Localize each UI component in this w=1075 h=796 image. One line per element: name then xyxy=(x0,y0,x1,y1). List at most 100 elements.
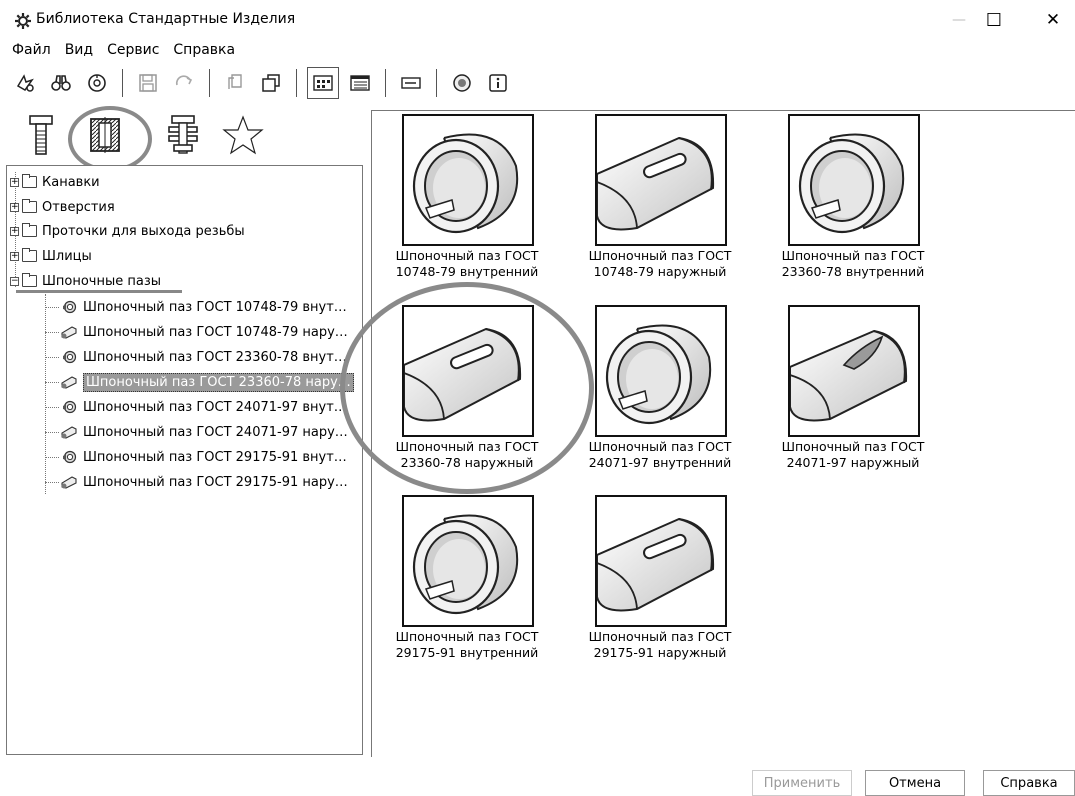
window-icon[interactable] xyxy=(256,68,286,98)
caption-line-2: 24071-97 наружный xyxy=(786,455,920,470)
toolbar-separator xyxy=(209,69,210,97)
maximize-button[interactable]: ☐ xyxy=(972,6,1016,34)
title-bar: Библиотека Стандартные Изделия — ☐ ✕ xyxy=(0,0,1075,40)
caption-line-2: 10748-79 внутренний xyxy=(395,264,539,279)
tree-leaf-label: Шпоночный паз ГОСТ 24071-97 нару… xyxy=(83,424,348,440)
tree-leaf-label: Шпоночный паз ГОСТ 23360-78 внут… xyxy=(83,349,347,365)
apply-button[interactable]: Применить xyxy=(752,770,852,796)
tree-guide-line xyxy=(45,357,59,358)
shaft-keyway-thumbnail xyxy=(595,114,727,246)
binoculars-icon[interactable] xyxy=(46,68,76,98)
caption-line-1: Шпоночный паз ГОСТ xyxy=(588,439,732,454)
gallery-item-caption: Шпоночный паз ГОСТ 10748-79 наружный xyxy=(565,248,755,280)
folder-icon xyxy=(22,248,37,262)
highlight-ring-category xyxy=(68,106,152,172)
fastener-set-icon[interactable] xyxy=(160,110,206,160)
tree-folder-label: Шлицы xyxy=(42,248,92,264)
gallery-item[interactable]: Шпоночный паз ГОСТ 29175-91 внутренний xyxy=(372,495,562,685)
help-button[interactable]: Справка xyxy=(983,770,1075,796)
caption-line-1: Шпоночный паз ГОСТ xyxy=(588,629,732,644)
gallery-item[interactable]: Шпоночный паз ГОСТ 23360-78 внутренний xyxy=(758,114,948,304)
tree-guide-line xyxy=(45,407,59,408)
tree-leaf-label: Шпоночный паз ГОСТ 23360-78 нару… xyxy=(83,372,354,392)
tree-folder-kanavki[interactable]: + Канавки xyxy=(10,172,100,192)
menu-help[interactable]: Справка xyxy=(173,40,235,62)
tree-folder-label: Шпоночные пазы xyxy=(42,273,162,289)
gallery-item-caption: Шпоночный паз ГОСТ 23360-78 внутренний xyxy=(758,248,948,280)
tree-leaf-item[interactable]: Шпоночный паз ГОСТ 10748-79 нару… xyxy=(45,322,348,342)
gallery-item[interactable]: Шпоночный паз ГОСТ 10748-79 внутренний xyxy=(372,114,562,304)
expand-icon[interactable]: + xyxy=(10,251,19,261)
toolbar-separator xyxy=(385,69,386,97)
tree-folder-protochki[interactable]: + Проточки для выхода резьбы xyxy=(10,221,245,241)
tree-leaf-item[interactable]: Шпоночный паз ГОСТ 24071-97 нару… xyxy=(45,422,348,442)
tree-leaf-item[interactable]: Шпоночный паз ГОСТ 23360-78 нару… xyxy=(45,372,354,392)
bushing-keyway-thumbnail xyxy=(402,495,534,627)
highlight-underline xyxy=(16,290,182,293)
tree-folder-label: Отверстия xyxy=(42,199,115,215)
tree-guide-line xyxy=(45,457,59,458)
caption-line-2: 29175-91 внутренний xyxy=(395,645,539,660)
tree-guide-line xyxy=(45,482,59,483)
gallery-item[interactable]: Шпоночный паз ГОСТ 24071-97 внутренний xyxy=(565,305,755,495)
gallery-item-caption: Шпоночный паз ГОСТ 24071-97 наружный xyxy=(758,439,948,471)
gallery-item[interactable]: Шпоночный паз ГОСТ 24071-97 наружный xyxy=(758,305,948,495)
tree-folder-shlitsy[interactable]: + Шлицы xyxy=(10,246,92,266)
expand-icon[interactable]: + xyxy=(10,177,19,187)
bushing-part-icon xyxy=(63,450,77,464)
tree-leaf-item[interactable]: Шпоночный паз ГОСТ 24071-97 внут… xyxy=(45,397,347,417)
menu-file[interactable]: Файл xyxy=(12,40,51,62)
expand-icon[interactable]: + xyxy=(10,202,19,212)
tree-leaf-item[interactable]: Шпоночный паз ГОСТ 29175-91 нару… xyxy=(45,472,348,492)
gallery-item[interactable]: Шпоночный паз ГОСТ 10748-79 наружный xyxy=(565,114,755,304)
caption-line-2: 10748-79 наружный xyxy=(593,264,727,279)
tree-leaf-item[interactable]: Шпоночный паз ГОСТ 10748-79 внут… xyxy=(45,297,347,317)
history-icon[interactable] xyxy=(82,68,112,98)
tree-folder-shponochnye-pazy[interactable]: − Шпоночные пазы xyxy=(10,271,161,291)
tree-leaf-item[interactable]: Шпоночный паз ГОСТ 23360-78 внут… xyxy=(45,347,347,367)
copy-icon[interactable] xyxy=(220,68,250,98)
tree-guide-line xyxy=(45,382,59,383)
favorites-star-icon[interactable] xyxy=(220,110,266,160)
cancel-button[interactable]: Отмена xyxy=(865,770,965,796)
tree-folder-otverstiya[interactable]: + Отверстия xyxy=(10,197,115,217)
tree-leaf-item[interactable]: Шпоночный паз ГОСТ 29175-91 внут… xyxy=(45,447,347,467)
caption-line-1: Шпоночный паз ГОСТ xyxy=(395,629,539,644)
gallery-item[interactable]: Шпоночный паз ГОСТ 29175-91 наружный xyxy=(565,495,755,685)
caption-line-1: Шпоночный паз ГОСТ xyxy=(588,248,732,263)
settings-icon[interactable] xyxy=(10,68,40,98)
large-icons-view-icon[interactable] xyxy=(307,67,339,99)
tree-leaf-label: Шпоночный паз ГОСТ 10748-79 нару… xyxy=(83,324,348,340)
toolbar-separator xyxy=(436,69,437,97)
folder-icon xyxy=(22,199,37,213)
tree-leaf-label: Шпоночный паз ГОСТ 10748-79 внут… xyxy=(83,299,347,315)
close-button[interactable]: ✕ xyxy=(1031,6,1075,34)
save-icon[interactable] xyxy=(133,68,163,98)
gallery-item-caption: Шпоночный паз ГОСТ 29175-91 наружный xyxy=(565,629,755,661)
folder-icon xyxy=(22,174,37,188)
shaft-part-icon xyxy=(61,326,77,339)
bolt-icon[interactable] xyxy=(18,110,64,160)
gallery-item-caption: Шпоночный паз ГОСТ 29175-91 внутренний xyxy=(372,629,562,661)
shaft-keyway-thumbnail xyxy=(595,495,727,627)
details-view-icon[interactable] xyxy=(345,68,375,98)
tree-guide-line xyxy=(45,307,59,308)
info-icon[interactable] xyxy=(483,68,513,98)
tree-leaf-label: Шпоночный паз ГОСТ 29175-91 внут… xyxy=(83,449,347,465)
menu-service[interactable]: Сервис xyxy=(107,40,159,62)
tree-folder-label: Проточки для выхода резьбы xyxy=(42,223,245,239)
tree-guide-line xyxy=(45,332,59,333)
menu-bar: Файл Вид Сервис Справка xyxy=(0,40,235,62)
menu-view[interactable]: Вид xyxy=(65,40,93,62)
help-icon[interactable] xyxy=(447,68,477,98)
list-view-icon[interactable] xyxy=(396,68,426,98)
expand-icon[interactable]: + xyxy=(10,226,19,236)
tree-leaf-label: Шпоночный паз ГОСТ 24071-97 внут… xyxy=(83,399,347,415)
caption-line-2: 24071-97 внутренний xyxy=(588,455,732,470)
window-title: Библиотека Стандартные Изделия xyxy=(36,11,296,27)
tree-leaf-label: Шпоночный паз ГОСТ 29175-91 нару… xyxy=(83,474,348,490)
caption-line-1: Шпоночный паз ГОСТ xyxy=(781,439,925,454)
gallery-item-caption: Шпоночный паз ГОСТ 10748-79 внутренний xyxy=(372,248,562,280)
rotate-icon[interactable] xyxy=(169,68,199,98)
collapse-icon[interactable]: − xyxy=(10,276,19,286)
